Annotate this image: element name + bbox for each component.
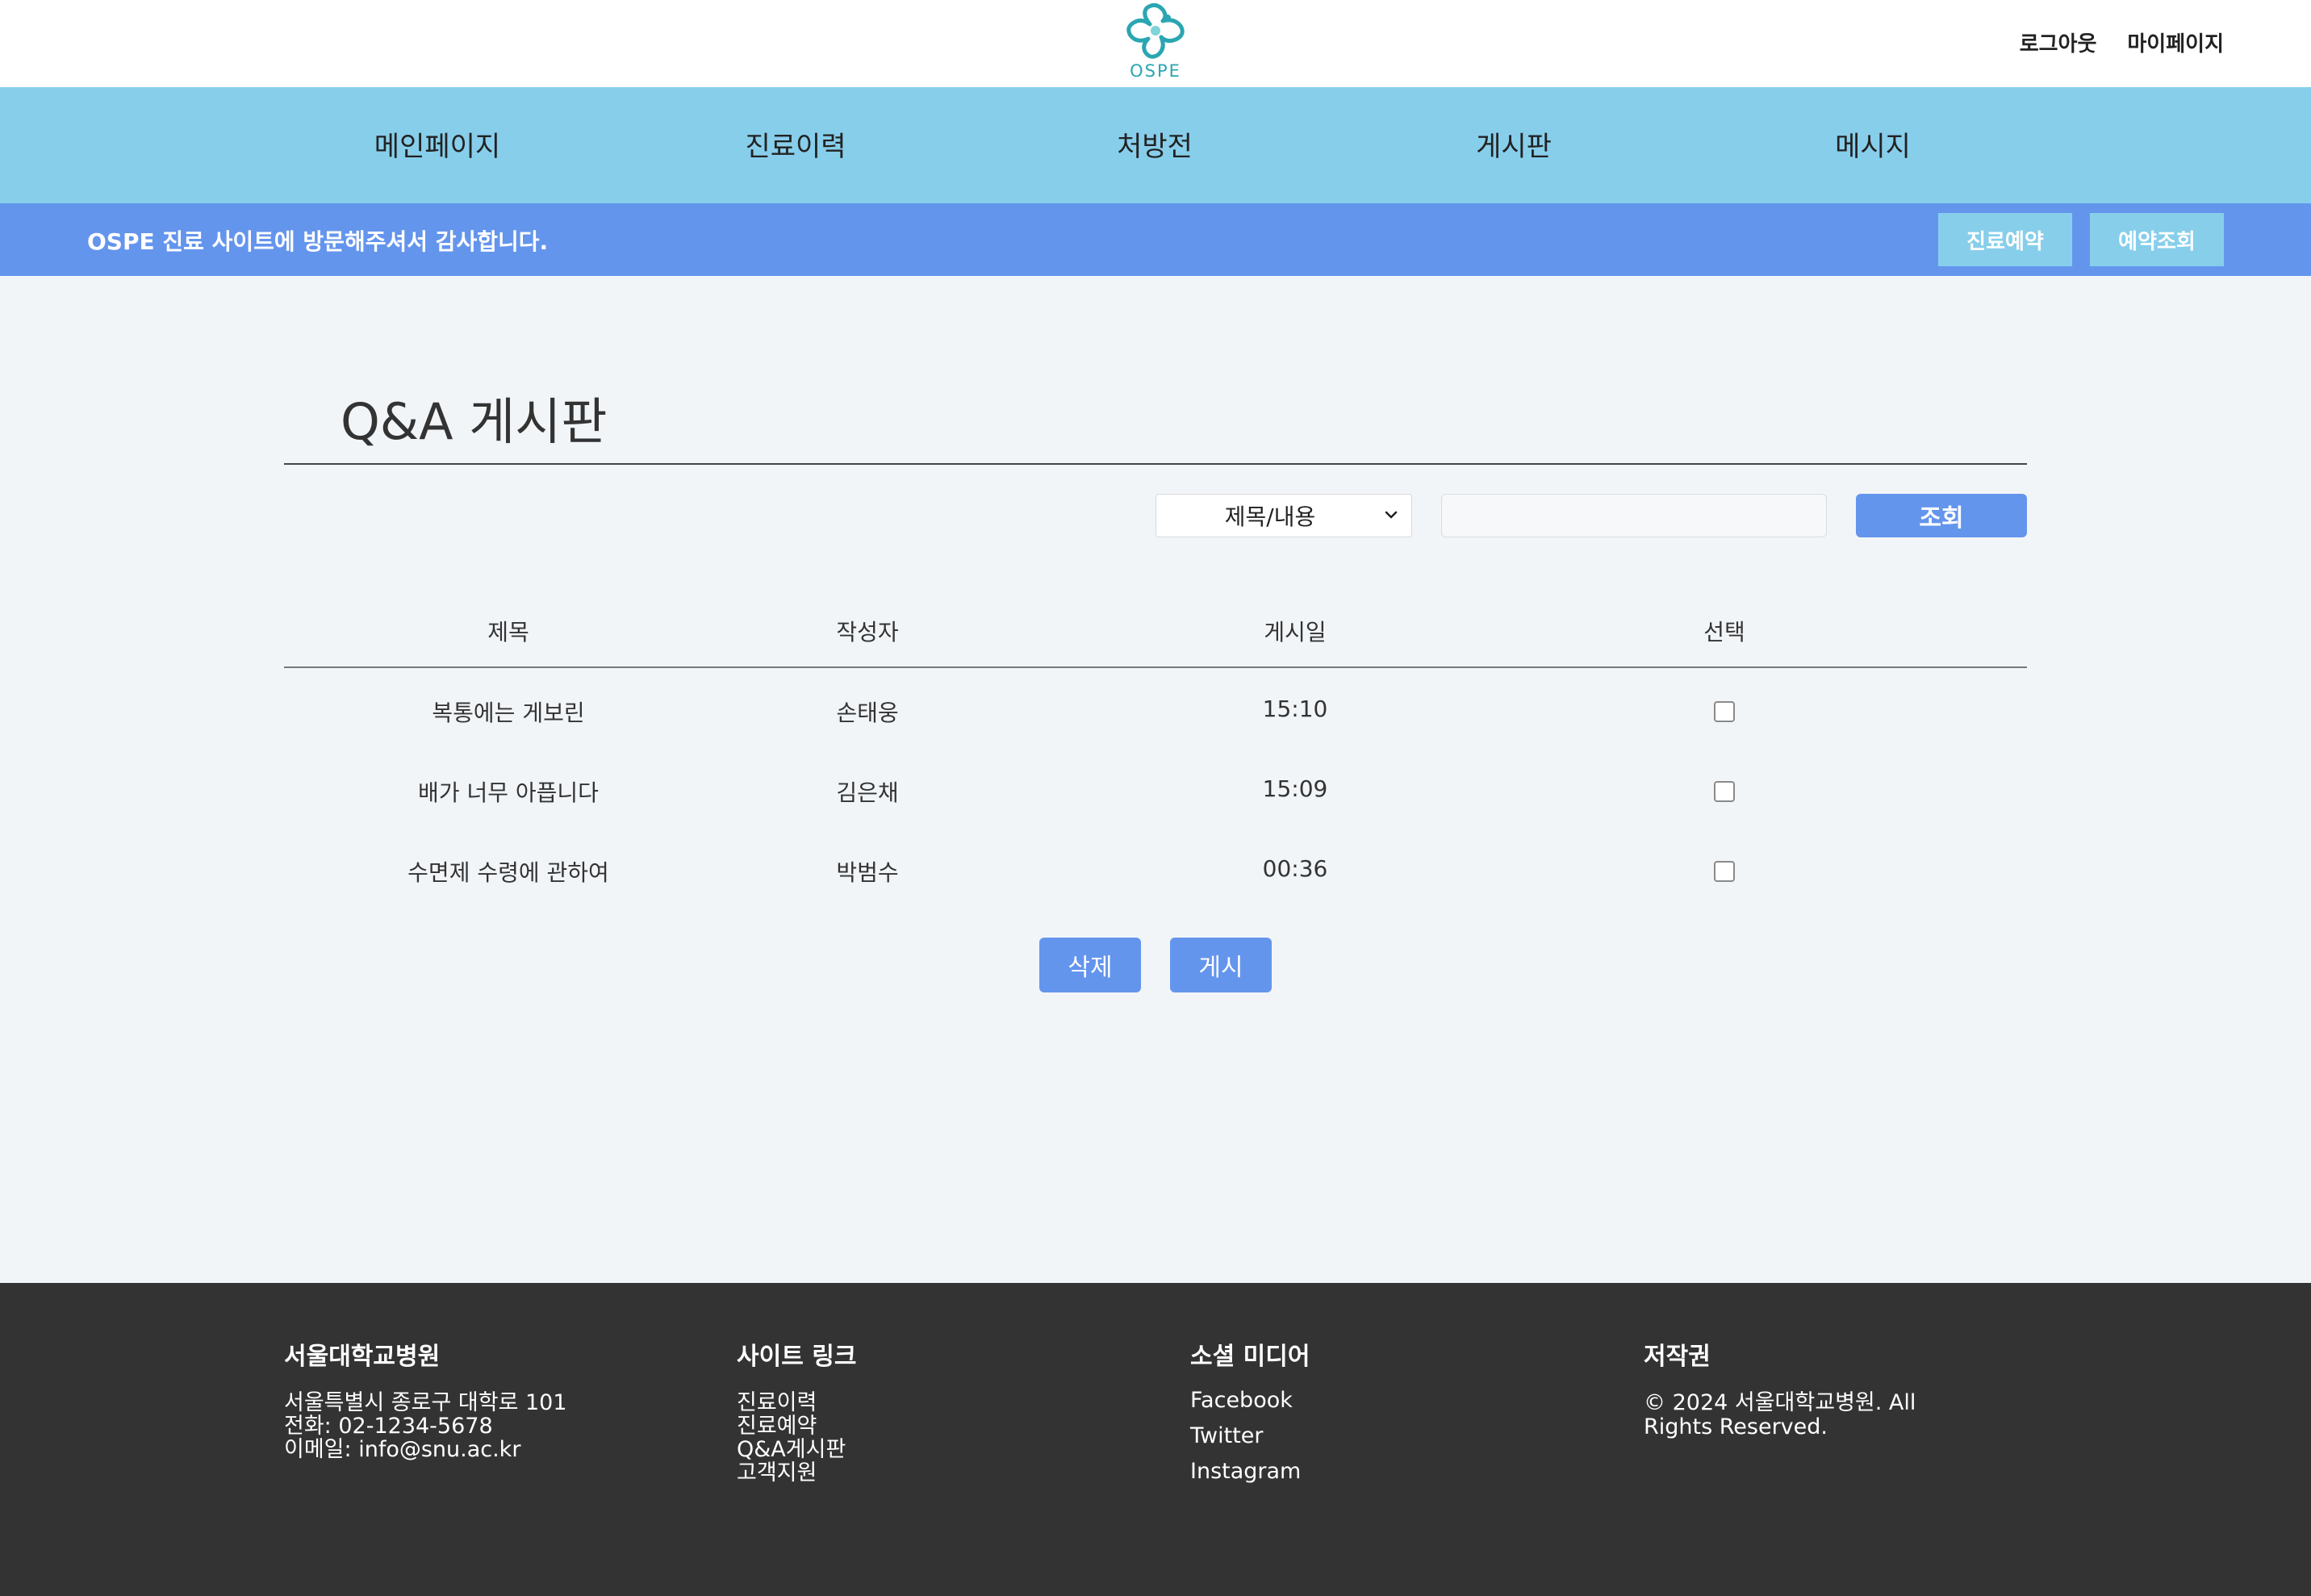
- site-logo[interactable]: OSPE: [1118, 3, 1193, 87]
- search-type-select[interactable]: 제목/내용: [1156, 494, 1412, 537]
- chevron-down-icon: [1385, 511, 1398, 519]
- facebook-link[interactable]: Facebook: [1190, 1383, 1310, 1418]
- column-header-date: 게시일: [1264, 619, 1327, 646]
- top-header: OSPE 로그아웃 마이페이지: [0, 0, 2311, 87]
- post-button[interactable]: 게시: [1170, 938, 1272, 992]
- header-links: 로그아웃 마이페이지: [2020, 27, 2224, 57]
- column-header-author: 작성자: [836, 619, 899, 646]
- logo-text: OSPE: [1130, 61, 1181, 81]
- main-nav: 메인페이지 진료이력 처방전 게시판 메시지: [0, 87, 2311, 203]
- post-date: 00:36: [1262, 855, 1328, 882]
- footer-site-links: 사이트 링크 진료이력 진료예약 Q&A게시판 고객지원: [737, 1336, 856, 1485]
- nav-item-prescription[interactable]: 처방전: [1117, 124, 1193, 164]
- nav-item-main[interactable]: 메인페이지: [374, 124, 500, 164]
- footer-copyright: 저작권 © 2024 서울대학교병원. All Rights Reserved.: [1644, 1336, 1983, 1439]
- row-select-checkbox[interactable]: [1714, 701, 1735, 722]
- table-header-divider: [284, 666, 2027, 668]
- post-author: 손태웅: [836, 700, 899, 726]
- search-type-value: 제목/내용: [1224, 503, 1316, 530]
- footer-link-reserve[interactable]: 진료예약: [737, 1414, 856, 1438]
- footer-social-title: 소셜 미디어: [1190, 1343, 1310, 1371]
- footer-phone: 전화: 02-1234-5678: [284, 1414, 493, 1439]
- title-divider: [284, 463, 2027, 465]
- mypage-link[interactable]: 마이페이지: [2127, 27, 2224, 57]
- post-author: 김은채: [836, 779, 899, 806]
- footer-address: 서울특별시 종로구 대학로 101: [284, 1390, 567, 1415]
- instagram-link[interactable]: Instagram: [1190, 1454, 1310, 1489]
- post-author: 박범수: [836, 859, 899, 886]
- reservation-lookup-button[interactable]: 예약조회: [2090, 213, 2224, 266]
- footer-link-history[interactable]: 진료이력: [737, 1391, 856, 1414]
- column-header-select: 선택: [1703, 619, 1745, 646]
- welcome-text: OSPE 진료 사이트에 방문해주셔서 감사합니다.: [87, 228, 549, 255]
- delete-button[interactable]: 삭제: [1039, 938, 1141, 992]
- nav-item-message[interactable]: 메시지: [1835, 124, 1911, 164]
- welcome-bar: OSPE 진료 사이트에 방문해주셔서 감사합니다. 진료예약 예약조회: [0, 203, 2311, 276]
- nav-item-history[interactable]: 진료이력: [745, 124, 846, 164]
- footer-hospital-info: 서울대학교병원 서울특별시 종로구 대학로 101 전화: 02-1234-56…: [284, 1336, 567, 1461]
- nav-item-board[interactable]: 게시판: [1476, 124, 1552, 164]
- column-header-title: 제목: [487, 619, 529, 646]
- medical-cross-logo-icon: [1126, 3, 1185, 59]
- post-title-link[interactable]: 수면제 수령에 관하여: [407, 855, 609, 888]
- search-input[interactable]: [1441, 494, 1827, 537]
- row-select-checkbox[interactable]: [1714, 781, 1735, 802]
- post-date: 15:10: [1262, 696, 1328, 722]
- copyright-text: © 2024 서울대학교병원. All Rights Reserved.: [1644, 1390, 1916, 1439]
- page-title: Q&A 게시판: [341, 392, 608, 451]
- twitter-link[interactable]: Twitter: [1190, 1418, 1310, 1454]
- footer: 서울대학교병원 서울특별시 종로구 대학로 101 전화: 02-1234-56…: [0, 1283, 2311, 1596]
- footer-social-media: 소셜 미디어 Facebook Twitter Instagram: [1190, 1336, 1310, 1489]
- footer-links-title: 사이트 링크: [737, 1343, 857, 1371]
- row-select-checkbox[interactable]: [1714, 861, 1735, 882]
- footer-copyright-title: 저작권: [1644, 1343, 1711, 1371]
- search-button[interactable]: 조회: [1856, 494, 2027, 537]
- post-title-link[interactable]: 복통에는 게보린: [432, 696, 584, 728]
- reserve-button[interactable]: 진료예약: [1938, 213, 2072, 266]
- footer-link-qna[interactable]: Q&A게시판: [737, 1438, 856, 1461]
- post-date: 15:09: [1262, 775, 1328, 802]
- post-title-link[interactable]: 배가 너무 아픕니다: [418, 775, 599, 808]
- logout-link[interactable]: 로그아웃: [2020, 27, 2097, 57]
- footer-link-support[interactable]: 고객지원: [737, 1461, 856, 1485]
- footer-hospital-title: 서울대학교병원: [284, 1343, 441, 1371]
- footer-email: 이메일: info@snu.ac.kr: [284, 1437, 521, 1462]
